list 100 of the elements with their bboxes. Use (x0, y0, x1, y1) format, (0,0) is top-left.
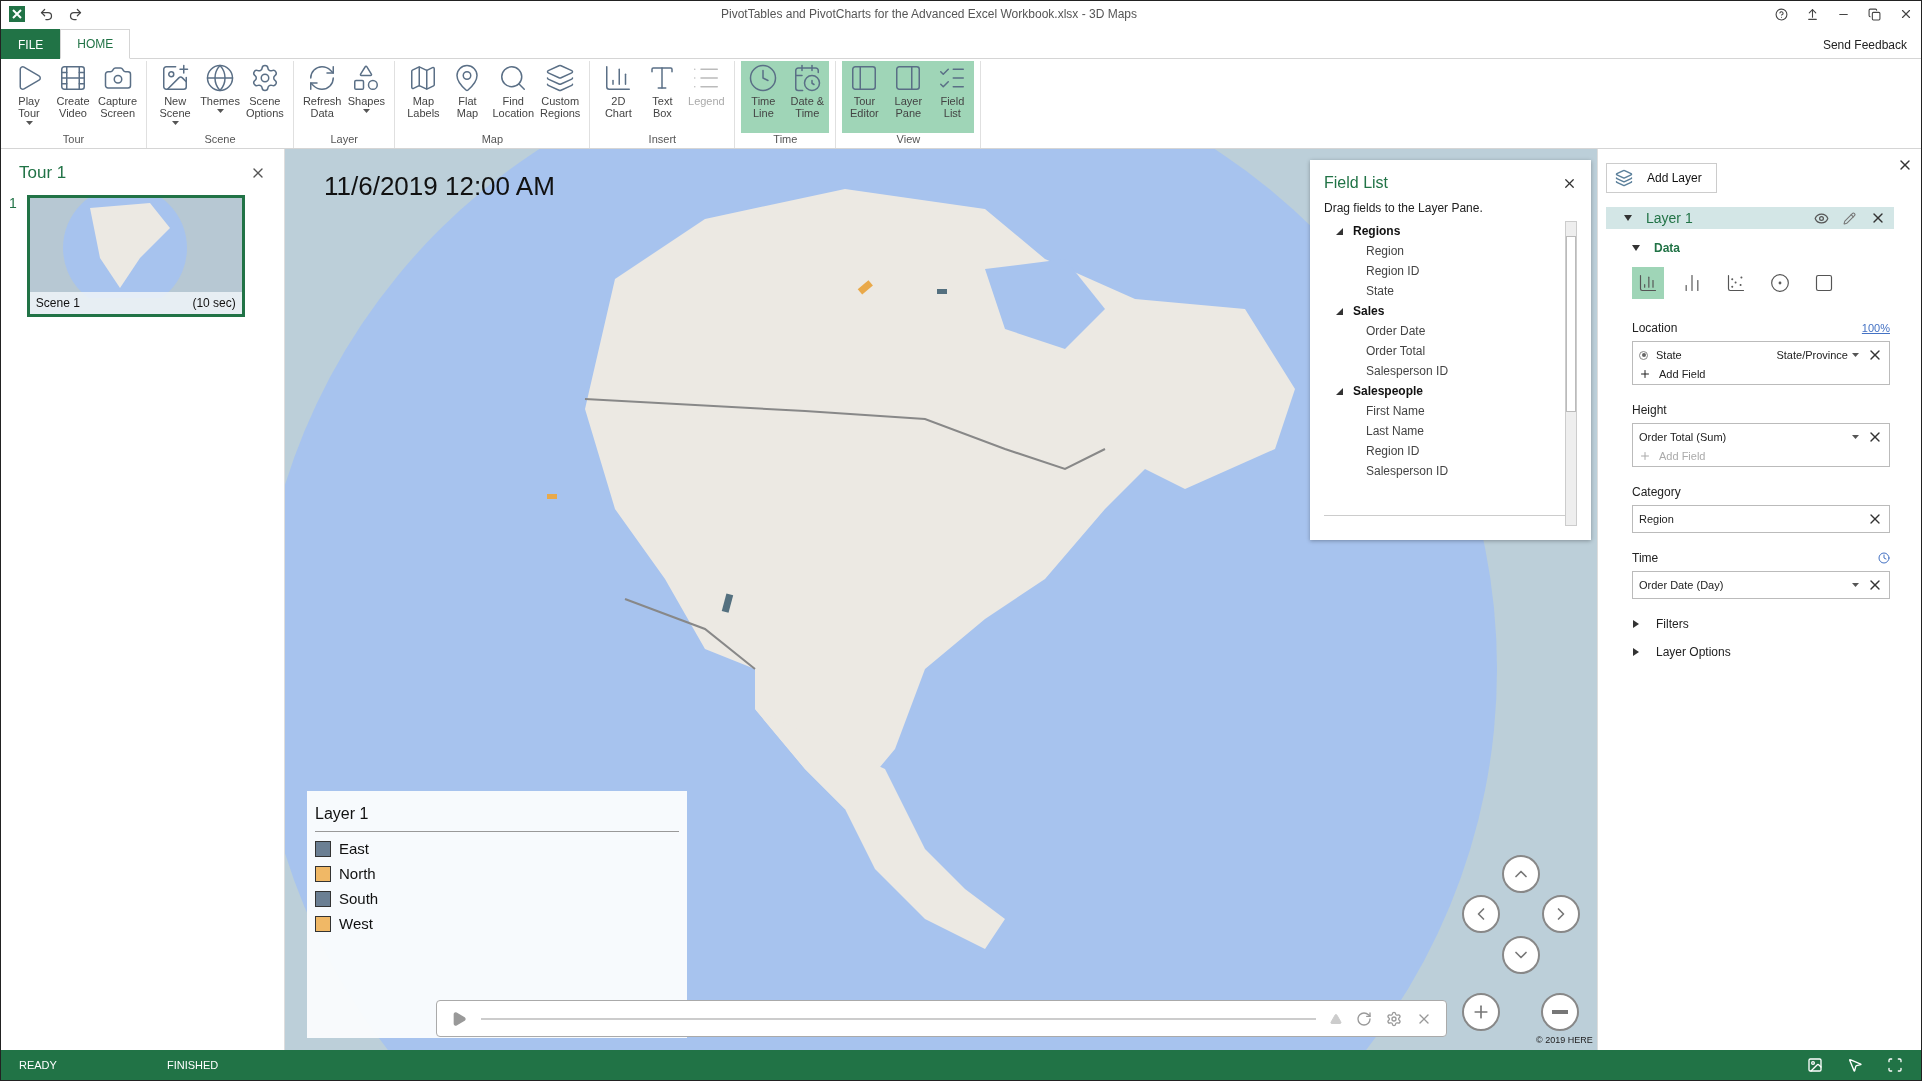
scene-thumbnail[interactable]: Scene 1 (10 sec) (26, 195, 245, 317)
table-name[interactable]: Sales (1336, 301, 1565, 321)
status-text: FINISHED (166, 1059, 219, 1071)
ribbon-button[interactable]: Map Labels (401, 61, 446, 133)
restore-icon[interactable] (1868, 7, 1881, 21)
field-item[interactable]: First Name (1336, 401, 1565, 421)
clock-icon (748, 63, 779, 93)
ribbon-button[interactable]: Find Location (489, 61, 537, 133)
ribbon-button[interactable]: Scene Options (242, 61, 287, 133)
ribbon-button[interactable]: Custom Regions (537, 61, 584, 133)
ribbon-button[interactable]: Date & Time (785, 61, 830, 133)
stacked-column-icon (1638, 273, 1658, 293)
ribbon-button[interactable]: New Scene (153, 61, 198, 133)
rotate-left-button[interactable] (1462, 895, 1500, 933)
ribbon-button[interactable]: Shapes (344, 61, 389, 133)
collapse-caret-icon[interactable] (1624, 214, 1632, 222)
ribbon-button[interactable]: Time Line (741, 61, 786, 133)
ribbon-button[interactable]: Create Video (51, 61, 95, 133)
data-section-toggle[interactable]: Data (1632, 229, 1920, 255)
rename-icon[interactable] (1843, 211, 1856, 225)
add-field-button[interactable]: Add Field (1639, 368, 1883, 380)
ribbon-button[interactable]: 2D Chart (596, 61, 641, 133)
file-menu-tab[interactable]: FILE (1, 29, 61, 59)
ribbon-button[interactable]: Refresh Data (299, 61, 345, 133)
send-feedback-link[interactable]: Send Feedback (1822, 38, 1907, 52)
geography-type-dropdown[interactable]: State/Province (1776, 349, 1859, 361)
dropdown-caret-icon[interactable] (171, 121, 179, 125)
field-item[interactable]: Region ID (1336, 261, 1565, 281)
field-item[interactable]: Salesperson ID (1336, 361, 1565, 381)
dropdown-caret-icon[interactable] (362, 109, 370, 113)
section-toggle[interactable]: Filters (1632, 617, 1920, 631)
tilt-up-button[interactable] (1502, 855, 1540, 893)
dropdown-caret-icon[interactable] (1852, 583, 1859, 587)
field-item[interactable]: Order Total (1336, 341, 1565, 361)
region-icon (1814, 273, 1834, 293)
legend-title: Layer 1 (315, 805, 679, 832)
map-data-bar (937, 289, 947, 294)
zoom-in-button[interactable] (1462, 993, 1500, 1031)
table-name[interactable]: Salespeople (1336, 381, 1565, 401)
fit-view-icon[interactable] (1887, 1057, 1903, 1073)
map-data-bar (547, 494, 557, 499)
dropdown-caret-icon[interactable] (1852, 353, 1859, 357)
redo-icon[interactable] (68, 6, 83, 22)
bubble-icon (1726, 273, 1746, 293)
scrollbar[interactable] (1565, 221, 1577, 526)
refresh-icon[interactable] (1356, 1010, 1372, 1027)
legend-label: North (339, 865, 376, 882)
zoom-out-button[interactable] (1541, 993, 1579, 1031)
layer-name: Layer 1 (1646, 210, 1694, 226)
visualization-type-button[interactable] (1632, 267, 1664, 299)
field-name: Order Date (Day) (1639, 579, 1725, 591)
group-label: Map (481, 133, 504, 147)
plus-icon (1639, 368, 1651, 380)
collapse-caret-icon[interactable] (1632, 244, 1640, 252)
expand-caret-icon[interactable] (1632, 648, 1640, 656)
tilt-down-button[interactable] (1502, 936, 1540, 974)
ribbon-tab[interactable]: HOME (60, 29, 131, 59)
help-icon[interactable] (1775, 7, 1788, 21)
close-icon[interactable] (1899, 7, 1913, 21)
map-date-time: 11/6/2019 12:00 AM (324, 171, 555, 202)
ribbon-button[interactable]: Flat Map (445, 61, 490, 133)
expand-caret-icon[interactable] (1632, 620, 1640, 628)
ribbon-button[interactable]: Capture Screen (95, 61, 141, 133)
dropdown-caret-icon[interactable] (1852, 435, 1859, 439)
add-layer-button[interactable]: Add Layer (1606, 163, 1717, 193)
ribbon-button[interactable]: Themes (197, 61, 243, 133)
field-item[interactable]: Salesperson ID (1336, 461, 1565, 481)
ribbon-button[interactable]: Layer Pane (886, 61, 931, 133)
ribbon-button[interactable]: Field List (930, 61, 975, 133)
minus-icon (1552, 1010, 1568, 1014)
status-text: READY (19, 1059, 57, 1071)
pointer-icon[interactable] (1847, 1057, 1863, 1073)
group-label: Tour (62, 133, 85, 147)
field-item[interactable]: Region (1336, 241, 1565, 261)
rotate-right-button[interactable] (1542, 895, 1580, 933)
field-item[interactable]: Order Date (1336, 321, 1565, 341)
heat-map-icon (1770, 273, 1790, 293)
settings-icon[interactable] (1386, 1010, 1402, 1027)
dropdown-caret-icon[interactable] (216, 109, 224, 113)
field-list-hint: Drag fields to the Layer Pane. (1324, 201, 1484, 215)
visibility-icon[interactable] (1814, 210, 1829, 226)
ribbon-button[interactable]: Tour Editor (842, 61, 887, 133)
match-percent-link[interactable]: 100% (1861, 322, 1890, 334)
section-toggle[interactable]: Layer Options (1632, 645, 1920, 659)
timeline-track[interactable] (481, 1017, 1316, 1020)
undo-icon[interactable] (39, 6, 54, 22)
play-icon[interactable] (451, 1010, 467, 1027)
window-title: PivotTables and PivotCharts for the Advanced Excel Workbook.xlsx - 3D Maps (720, 7, 1138, 21)
field-item[interactable]: Region ID (1336, 441, 1565, 461)
field-item[interactable]: Last Name (1336, 421, 1565, 441)
table-name[interactable]: Regions (1336, 221, 1565, 241)
picture-icon[interactable] (1807, 1057, 1823, 1073)
dropdown-caret-icon[interactable] (25, 121, 33, 125)
ribbon-display-icon[interactable] (1806, 7, 1819, 21)
group-label: Insert (648, 133, 677, 147)
clock-icon[interactable] (1878, 552, 1890, 564)
ribbon-button[interactable]: Play Tour (7, 61, 51, 133)
layer-header[interactable]: Layer 1 (1606, 207, 1894, 229)
field-item[interactable]: State (1336, 281, 1565, 301)
ribbon-button[interactable]: Text Box (640, 61, 685, 133)
